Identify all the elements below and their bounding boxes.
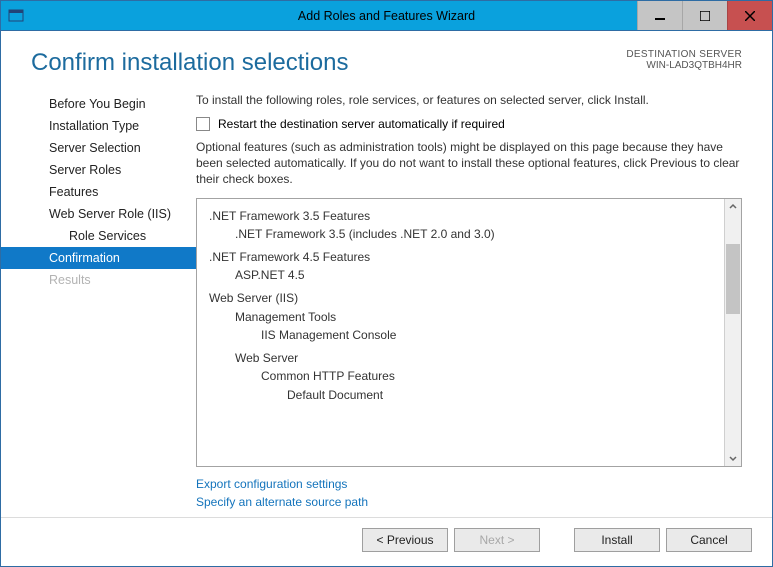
minimize-button[interactable]	[637, 1, 682, 30]
maximize-icon	[700, 11, 710, 21]
restart-checkbox-label: Restart the destination server automatic…	[218, 117, 505, 131]
alternate-source-path-link[interactable]: Specify an alternate source path	[196, 493, 742, 511]
window-controls	[637, 1, 772, 30]
sidebar-item-role-services[interactable]: Role Services	[1, 225, 196, 247]
tree-item-aspnet45[interactable]: ASP.NET 4.5	[205, 266, 724, 285]
optional-features-note: Optional features (such as administratio…	[196, 139, 742, 188]
wizard-steps-nav: Before You Begin Installation Type Serve…	[1, 87, 196, 517]
install-button[interactable]: Install	[574, 528, 660, 552]
page-title: Confirm installation selections	[31, 49, 626, 77]
tree-group-web-server[interactable]: Web Server	[205, 349, 724, 368]
tree-group-net35[interactable]: .NET Framework 3.5 Features	[205, 207, 724, 226]
tree-item-net35[interactable]: .NET Framework 3.5 (includes .NET 2.0 an…	[205, 225, 724, 244]
app-icon	[1, 8, 31, 24]
body-row: Before You Begin Installation Type Serve…	[1, 87, 772, 517]
tree-group-net45[interactable]: .NET Framework 4.5 Features	[205, 248, 724, 267]
close-icon	[745, 11, 755, 21]
export-configuration-link[interactable]: Export configuration settings	[196, 475, 742, 493]
sidebar-item-server-selection[interactable]: Server Selection	[1, 137, 196, 159]
sidebar-item-web-server-role[interactable]: Web Server Role (IIS)	[1, 203, 196, 225]
restart-checkbox[interactable]	[196, 117, 210, 131]
scroll-up-button[interactable]	[725, 199, 741, 216]
minimize-icon	[655, 11, 665, 21]
title-bar: Add Roles and Features Wizard	[1, 1, 772, 31]
scroll-track[interactable]	[725, 216, 741, 449]
selections-listbox: .NET Framework 3.5 Features .NET Framewo…	[196, 198, 742, 467]
tree-item-default-document[interactable]: Default Document	[205, 386, 724, 405]
chevron-down-icon	[729, 454, 737, 462]
footer-buttons: < Previous Next > Install Cancel	[1, 517, 772, 566]
tree-item-iis-console[interactable]: IIS Management Console	[205, 326, 724, 345]
links-area: Export configuration settings Specify an…	[196, 467, 742, 517]
sidebar-item-features[interactable]: Features	[1, 181, 196, 203]
scrollbar[interactable]	[724, 199, 741, 466]
main-panel: To install the following roles, role ser…	[196, 87, 742, 517]
close-button[interactable]	[727, 1, 772, 30]
sidebar-item-results: Results	[1, 269, 196, 291]
sidebar-item-server-roles[interactable]: Server Roles	[1, 159, 196, 181]
scroll-thumb[interactable]	[726, 244, 740, 314]
tree-group-mgmt-tools[interactable]: Management Tools	[205, 308, 724, 327]
sidebar-item-before-you-begin[interactable]: Before You Begin	[1, 93, 196, 115]
wizard-window: Add Roles and Features Wizard Confirm in…	[0, 0, 773, 567]
instruction-text: To install the following roles, role ser…	[196, 93, 742, 107]
sidebar-item-confirmation[interactable]: Confirmation	[1, 247, 196, 269]
tree-group-common-http[interactable]: Common HTTP Features	[205, 367, 724, 386]
previous-button[interactable]: < Previous	[362, 528, 448, 552]
tree-group-web-server-iis[interactable]: Web Server (IIS)	[205, 289, 724, 308]
destination-server-label: DESTINATION SERVER	[626, 49, 742, 60]
sidebar-item-installation-type[interactable]: Installation Type	[1, 115, 196, 137]
maximize-button[interactable]	[682, 1, 727, 30]
chevron-up-icon	[729, 203, 737, 211]
scroll-down-button[interactable]	[725, 449, 741, 466]
header-row: Confirm installation selections DESTINAT…	[1, 31, 772, 87]
destination-server-value: WIN-LAD3QTBH4HR	[626, 60, 742, 71]
selections-list: .NET Framework 3.5 Features .NET Framewo…	[197, 199, 724, 466]
content-area: Confirm installation selections DESTINAT…	[1, 31, 772, 566]
cancel-button[interactable]: Cancel	[666, 528, 752, 552]
next-button: Next >	[454, 528, 540, 552]
destination-server: DESTINATION SERVER WIN-LAD3QTBH4HR	[626, 49, 742, 71]
restart-checkbox-row: Restart the destination server automatic…	[196, 117, 742, 131]
